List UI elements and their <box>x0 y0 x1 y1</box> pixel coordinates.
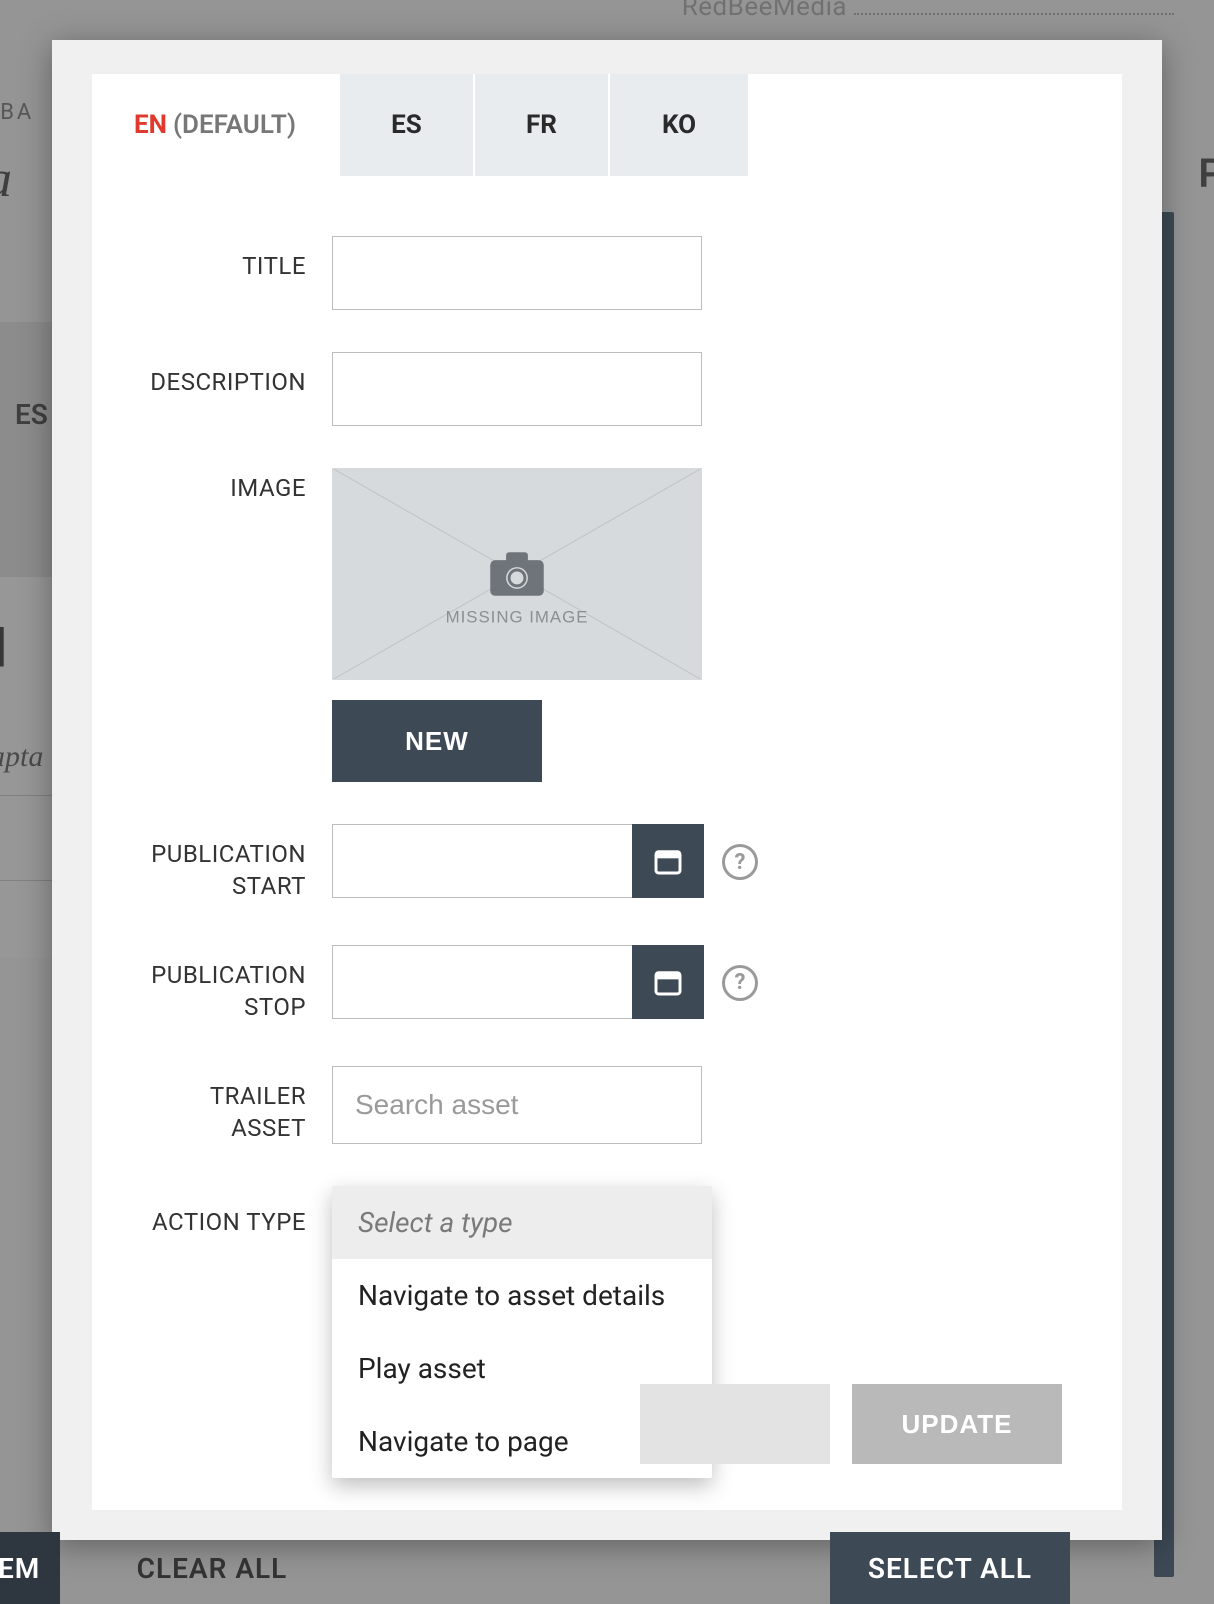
language-tabs: EN(DEFAULT) ES FR KO <box>92 74 1122 176</box>
pub-start-calendar-button[interactable] <box>632 824 704 898</box>
calendar-icon <box>652 845 684 877</box>
edit-modal: EN(DEFAULT) ES FR KO TITLE DESCRIPTION I… <box>52 40 1162 1540</box>
missing-image-text: MISSING IMAGE <box>446 608 589 627</box>
dropdown-option-asset-details[interactable]: Navigate to asset details <box>332 1259 712 1332</box>
tab-fr[interactable]: FR <box>475 74 610 176</box>
image-label: IMAGE <box>132 468 332 504</box>
bottom-toolbar: TEM CLEAR ALL SELECT ALL <box>0 1540 1214 1604</box>
trailer-label: TRAILER ASSET <box>132 1066 332 1145</box>
select-all-button[interactable]: SELECT ALL <box>830 1532 1070 1604</box>
title-input[interactable] <box>332 236 702 310</box>
cancel-button[interactable] <box>640 1384 830 1464</box>
dropdown-placeholder[interactable]: Select a type <box>332 1186 712 1259</box>
description-input[interactable] <box>332 352 702 426</box>
pub-stop-input[interactable] <box>332 945 632 1019</box>
title-label: TITLE <box>132 236 332 282</box>
calendar-icon <box>652 966 684 998</box>
update-button[interactable]: UPDATE <box>852 1384 1062 1464</box>
pub-stop-help-icon[interactable]: ? <box>722 965 758 1001</box>
pub-stop-calendar-button[interactable] <box>632 945 704 1019</box>
image-placeholder[interactable]: MISSING IMAGE <box>332 468 702 680</box>
pub-start-input[interactable] <box>332 824 632 898</box>
pub-start-label: PUBLICATION START <box>132 824 332 903</box>
new-image-button[interactable]: NEW <box>332 700 542 782</box>
modal-footer: UPDATE <box>640 1384 1062 1464</box>
action-type-label: ACTION TYPE <box>132 1186 332 1238</box>
bottom-tem-button[interactable]: TEM <box>0 1532 60 1604</box>
pub-stop-label: PUBLICATION STOP <box>132 945 332 1024</box>
tab-es[interactable]: ES <box>340 74 475 176</box>
clear-all-button[interactable]: CLEAR ALL <box>92 1532 332 1604</box>
pub-start-help-icon[interactable]: ? <box>722 844 758 880</box>
description-label: DESCRIPTION <box>132 352 332 398</box>
tab-ko[interactable]: KO <box>610 74 750 176</box>
tab-en[interactable]: EN(DEFAULT) <box>92 74 340 176</box>
trailer-asset-input[interactable] <box>332 1066 702 1144</box>
